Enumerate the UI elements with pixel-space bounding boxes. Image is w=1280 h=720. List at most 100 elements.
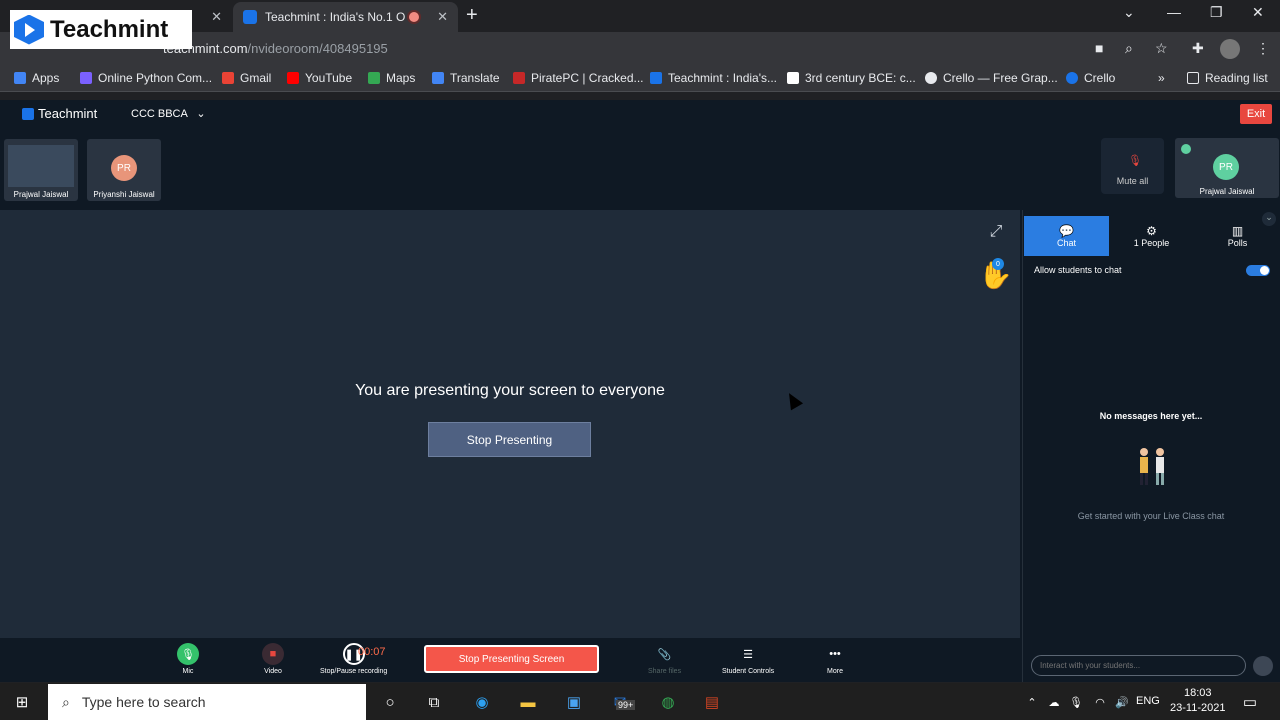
bookmark-maps[interactable]: Maps — [368, 71, 415, 85]
teachmint-logo-icon — [14, 14, 44, 45]
bookmark-translate[interactable]: Translate — [432, 71, 500, 85]
edge-icon[interactable]: ◉ — [470, 690, 494, 714]
video-off-icon: ■ — [262, 643, 284, 665]
mic-icon: 🎙 — [177, 643, 199, 665]
teachmint-logo: Teachmint — [10, 10, 192, 49]
participant-tile[interactable]: PR Priyanshi Jaiswal — [87, 139, 161, 201]
extensions-icon[interactable]: ✚ — [1192, 40, 1204, 57]
bookmark-teachmint[interactable]: Teachmint : India's... — [650, 71, 777, 85]
file-explorer-icon[interactable]: ▬ — [516, 690, 540, 714]
participant-tile-screen[interactable]: Prajwal Jaiswal — [4, 139, 78, 201]
reading-list-icon — [1187, 72, 1199, 84]
teachmint-favicon-icon — [243, 10, 257, 24]
screen-preview — [8, 145, 74, 187]
mic-tray-icon[interactable]: 🎙 — [1064, 690, 1088, 714]
profile-avatar[interactable] — [1220, 39, 1240, 59]
chat-illustration — [1140, 448, 1164, 485]
clock[interactable]: 18:03 23-11-2021 — [1170, 686, 1225, 716]
video-button[interactable]: ■ Video — [262, 643, 284, 675]
expand-icon[interactable]: ⤢ — [983, 219, 1009, 245]
bar-chart-icon: ▥ — [1231, 224, 1244, 238]
crello-icon — [925, 72, 937, 84]
sliders-icon: ☰ — [743, 648, 754, 661]
tab-chat[interactable]: 💬 Chat — [1024, 216, 1109, 256]
bookmark-gmail[interactable]: Gmail — [222, 71, 271, 85]
tab-search-icon[interactable]: ⌄ — [1123, 4, 1135, 21]
close-window-icon[interactable]: ✕ — [1252, 4, 1264, 21]
translate-icon — [432, 72, 444, 84]
stop-presenting-button[interactable]: Stop Presenting — [428, 422, 591, 457]
youtube-icon — [287, 72, 299, 84]
bookmark-python[interactable]: Online Python Com... — [80, 71, 212, 85]
wifi-icon[interactable]: ◠ — [1088, 690, 1112, 714]
people-icon: ⚙ — [1146, 224, 1157, 238]
mute-all-button[interactable]: 🎙 Mute all — [1101, 138, 1164, 194]
collapse-panel-icon[interactable]: ⌄ — [1262, 212, 1276, 226]
new-tab-icon[interactable]: + — [466, 4, 478, 27]
cloud-icon[interactable]: ☁ — [1042, 690, 1066, 714]
menu-icon[interactable]: ⋮ — [1256, 40, 1270, 57]
mic-muted-icon: 🎙 — [1128, 155, 1142, 167]
paperclip-icon: 📎 — [657, 648, 672, 661]
more-button[interactable]: ••• More — [824, 643, 846, 675]
zoom-icon[interactable]: ⌕ — [1125, 40, 1133, 57]
minimize-icon[interactable]: — — [1167, 4, 1181, 20]
bookmark-crello-free[interactable]: Crello — Free Grap... — [925, 71, 1058, 85]
teachmint-icon — [22, 107, 34, 120]
close-tab-icon[interactable]: ✕ — [437, 9, 448, 25]
reading-list[interactable]: Reading list — [1187, 71, 1268, 85]
piratepc-icon — [513, 72, 525, 84]
chevron-down-icon: ⌄ — [196, 108, 206, 120]
chrome-icon[interactable]: ◍ — [656, 690, 680, 714]
raised-hands-count: 0 — [992, 258, 1004, 270]
task-view-icon[interactable]: ⧉ — [422, 690, 446, 714]
stop-presenting-screen-button[interactable]: Stop Presenting Screen — [424, 645, 599, 673]
no-messages-text: No messages here yet... — [1099, 411, 1203, 421]
recording-timer: 00:07 — [358, 646, 386, 658]
teachmint-icon — [650, 72, 662, 84]
volume-icon[interactable]: 🔊 — [1110, 690, 1134, 714]
exit-button[interactable]: Exit — [1240, 104, 1272, 124]
apps-grid-icon — [14, 72, 26, 84]
url-field[interactable]: teachmint.com/nvideoroom/408495195 — [163, 41, 388, 56]
tab-teachmint[interactable]: Teachmint : India's No.1 Onli ✕ — [233, 2, 458, 32]
cortana-icon[interactable]: ○ — [378, 690, 402, 714]
share-files-button[interactable]: 📎 Share files — [648, 643, 681, 676]
crello-icon — [1066, 72, 1078, 84]
chat-get-started-text: Get started with your Live Class chat — [1077, 511, 1225, 521]
send-icon[interactable] — [1253, 656, 1273, 676]
windows-start-icon[interactable]: ⊞ — [10, 690, 34, 714]
bookmark-3rd-century[interactable]: 3rd century BCE: c... — [787, 71, 916, 85]
maximize-icon[interactable]: ❐ — [1210, 4, 1223, 21]
language-indicator[interactable]: ENG — [1136, 695, 1160, 707]
mic-on-icon — [1181, 144, 1191, 154]
tab-people[interactable]: ⚙ 1 People — [1109, 216, 1194, 256]
bookmark-apps[interactable]: Apps — [14, 71, 59, 85]
host-tile[interactable]: PR Prajwal Jaiswal — [1175, 138, 1279, 198]
camera-icon[interactable]: ■ — [1095, 40, 1103, 56]
avatar: PR — [111, 155, 137, 181]
student-controls-button[interactable]: ☰ Student Controls — [722, 643, 774, 676]
notification-badge: 99+ — [616, 700, 636, 710]
app-brand: Teachmint — [22, 106, 97, 121]
bookmark-star-icon[interactable]: ☆ — [1155, 40, 1168, 57]
notifications-icon[interactable]: ▭ — [1238, 690, 1262, 714]
close-tab-icon[interactable]: ✕ — [211, 9, 222, 25]
more-bookmarks-icon[interactable]: » — [1158, 71, 1165, 85]
avatar: PR — [1213, 154, 1239, 180]
allow-chat-toggle[interactable] — [1246, 265, 1270, 276]
bookmark-crello[interactable]: Crello — [1066, 71, 1115, 85]
more-dots-icon: ••• — [829, 648, 841, 660]
bookmark-piratepc[interactable]: PiratePC | Cracked... — [513, 71, 644, 85]
powerpoint-icon[interactable]: ▤ — [700, 690, 724, 714]
store-icon[interactable]: ▣ — [562, 690, 586, 714]
tray-chevron-icon[interactable]: ⌃ — [1020, 690, 1044, 714]
mic-button[interactable]: 🎙 Mic — [177, 643, 199, 675]
chat-input[interactable] — [1031, 655, 1246, 676]
o-icon — [787, 72, 799, 84]
maps-pin-icon — [368, 72, 380, 84]
class-selector[interactable]: CCC BBCA ⌄ — [131, 107, 206, 120]
bookmark-youtube[interactable]: YouTube — [287, 71, 352, 85]
taskbar-search[interactable]: ⌕ Type here to search — [48, 684, 366, 720]
presenting-message: You are presenting your screen to everyo… — [355, 382, 665, 399]
